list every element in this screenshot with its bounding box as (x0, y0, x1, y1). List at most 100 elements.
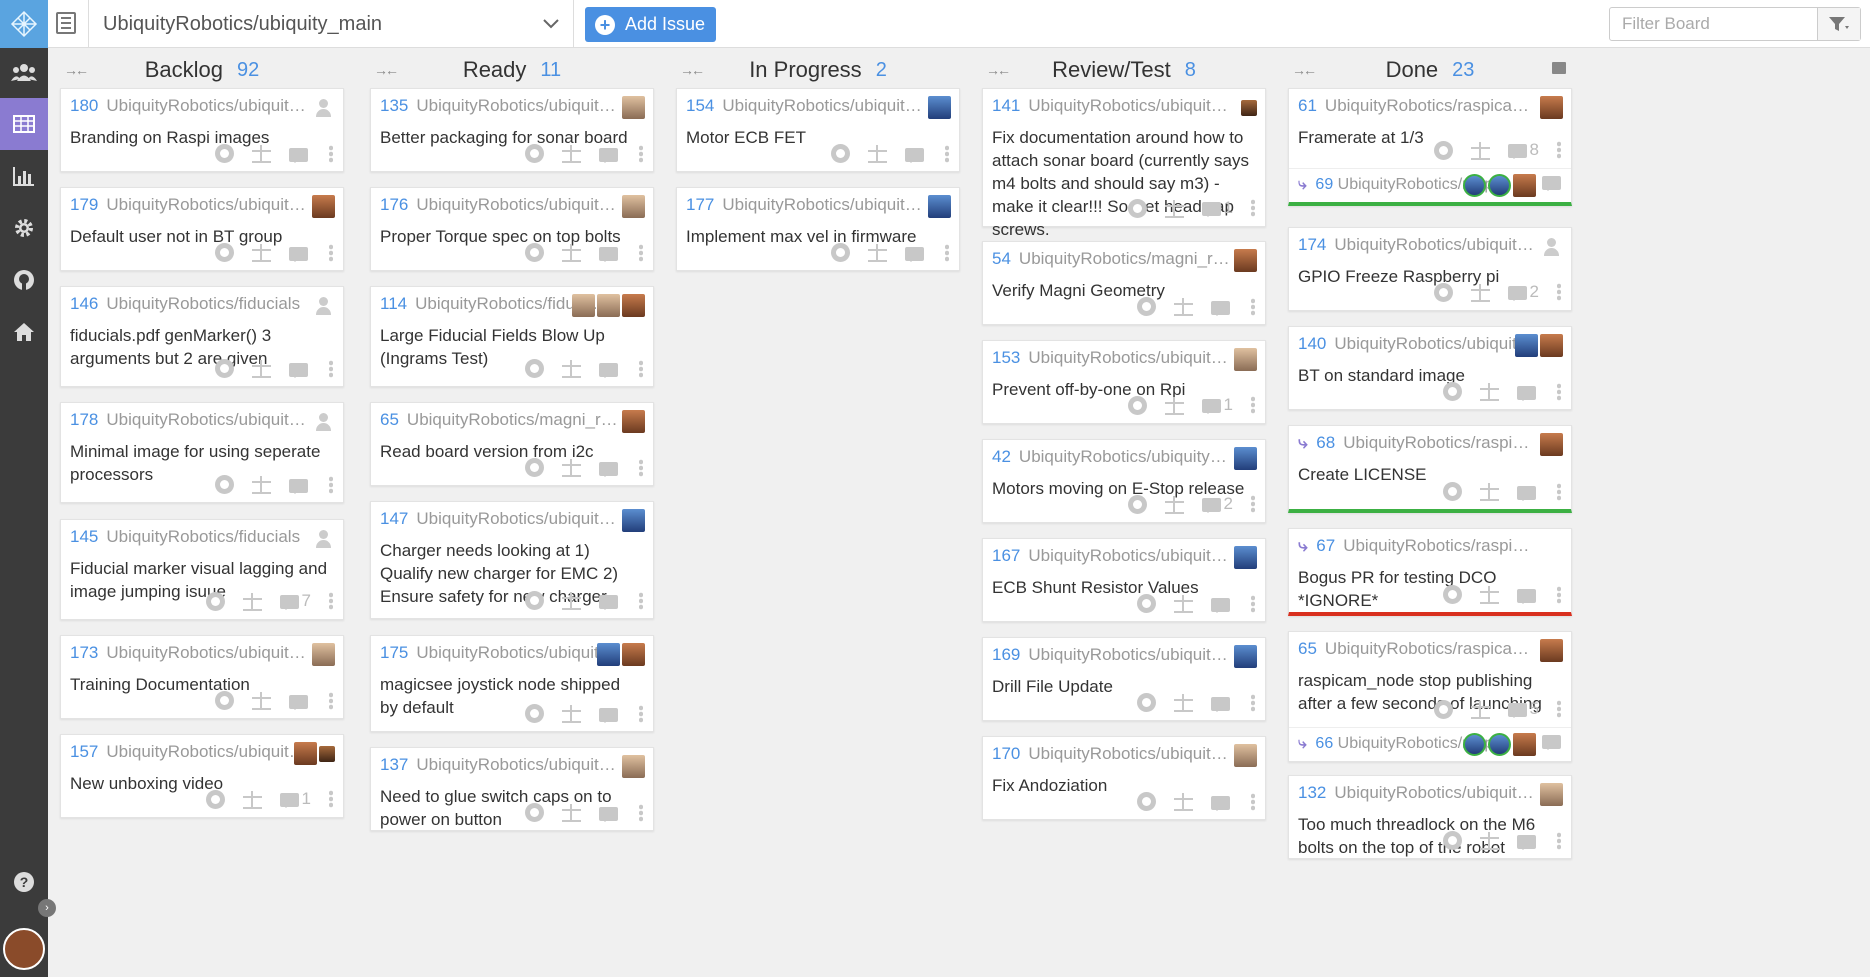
comments[interactable]: 1 (1201, 395, 1233, 415)
issue-number[interactable]: 153 (992, 348, 1020, 367)
issue-number[interactable]: 169 (992, 645, 1020, 664)
github-icon[interactable] (1443, 831, 1462, 850)
github-icon[interactable] (215, 359, 234, 378)
scale-icon[interactable] (1164, 199, 1184, 218)
comments[interactable] (289, 477, 311, 494)
github-icon[interactable] (1443, 382, 1462, 401)
collapse-column-icon[interactable]: →← (374, 62, 399, 78)
chart-icon[interactable] (0, 150, 48, 202)
more-icon[interactable] (329, 243, 333, 262)
issue-card[interactable]: 177UbiquityRobotics/ubiquity_main Implem… (676, 187, 960, 271)
avatar[interactable] (319, 746, 335, 762)
issue-number[interactable]: 176 (380, 195, 408, 214)
comments[interactable] (599, 460, 621, 477)
github-icon[interactable] (1137, 693, 1156, 712)
issue-card[interactable]: ⤷ 68UbiquityRobotics/raspicam_... Create… (1288, 425, 1572, 513)
issue-number[interactable]: 140 (1298, 334, 1326, 353)
avatar[interactable] (928, 195, 951, 218)
reviewer-avatar[interactable] (1463, 733, 1486, 756)
github-icon[interactable] (1137, 792, 1156, 811)
more-icon[interactable] (1251, 199, 1255, 217)
issue-number[interactable]: 42 (992, 447, 1011, 466)
unassigned-avatar-icon[interactable] (312, 410, 335, 433)
scale-icon[interactable] (1480, 382, 1499, 401)
issue-title[interactable]: Fix documentation around how to attach s… (992, 126, 1253, 241)
more-icon[interactable] (639, 243, 643, 262)
scale-icon[interactable] (1470, 283, 1490, 302)
comments[interactable]: 2 (1507, 282, 1539, 302)
issue-number[interactable]: 173 (70, 643, 98, 662)
scale-icon[interactable] (242, 592, 262, 611)
issue-number[interactable]: 65 (1298, 639, 1317, 658)
avatar[interactable] (622, 96, 645, 119)
issue-card[interactable]: 180UbiquityRobotics/ubiquity_main Brandi… (60, 88, 344, 172)
comments[interactable] (1517, 484, 1539, 501)
issue-card[interactable]: 145 UbiquityRobotics/fiducials Fiducial m… (60, 519, 344, 620)
issue-card[interactable]: 61UbiquityRobotics/raspicam_node Framera… (1288, 88, 1572, 206)
github-icon[interactable] (215, 475, 234, 494)
github-icon[interactable] (831, 243, 850, 262)
github-icon[interactable] (1433, 282, 1453, 302)
avatar[interactable] (1234, 645, 1257, 668)
archive-icon[interactable] (1552, 62, 1566, 74)
github-icon[interactable] (525, 359, 544, 378)
comments[interactable] (599, 146, 621, 163)
comments[interactable] (289, 245, 311, 262)
more-icon[interactable] (1251, 594, 1255, 613)
more-icon[interactable] (1557, 482, 1561, 501)
comments[interactable] (599, 593, 621, 610)
more-icon[interactable] (329, 592, 333, 610)
issue-card[interactable]: ⤷ 67UbiquityRobotics/raspicam_... Bogus … (1288, 528, 1572, 616)
issue-number[interactable]: 167 (992, 546, 1020, 565)
issue-number[interactable]: 146 (70, 294, 98, 313)
collapse-column-icon[interactable]: →← (680, 62, 705, 78)
more-icon[interactable] (1557, 585, 1561, 604)
unassigned-avatar-icon[interactable] (312, 527, 335, 550)
more-icon[interactable] (639, 704, 643, 723)
scale-icon[interactable] (562, 803, 581, 822)
scale-icon[interactable] (1480, 585, 1499, 604)
github-icon[interactable] (1137, 297, 1156, 316)
comments[interactable] (599, 805, 621, 822)
issue-card[interactable]: 154UbiquityRobotics/ubiquity_main Motor … (676, 88, 960, 172)
issue-number[interactable]: 177 (686, 195, 714, 214)
issue-card[interactable]: 42UbiquityRobotics/ubiquity_motor Motors… (982, 439, 1266, 523)
comments[interactable] (1211, 299, 1233, 316)
avatar[interactable] (1540, 96, 1563, 119)
avatar[interactable] (928, 96, 951, 119)
avatar[interactable] (1234, 249, 1257, 272)
issue-number[interactable]: 61 (1298, 96, 1317, 115)
more-icon[interactable] (329, 475, 333, 494)
avatar[interactable] (622, 755, 645, 778)
avatar[interactable] (1540, 783, 1563, 806)
github-icon[interactable] (525, 458, 544, 477)
add-issue-button[interactable]: + Add Issue (585, 7, 716, 42)
reviewer-avatar[interactable] (1463, 174, 1486, 197)
issue-number[interactable]: 175 (380, 643, 408, 662)
more-icon[interactable] (639, 591, 643, 610)
unassigned-avatar-icon[interactable] (312, 96, 335, 119)
more-icon[interactable] (639, 359, 643, 378)
issue-card[interactable]: 175 UbiquityRobotics/ubiquity... magicsee… (370, 635, 654, 732)
github-icon[interactable] (205, 591, 225, 611)
github-icon[interactable] (1127, 198, 1147, 218)
scale-icon[interactable] (562, 591, 581, 610)
scale-icon[interactable] (562, 359, 581, 378)
issue-card[interactable]: 173UbiquityRobotics/ubiquity_main Traini… (60, 635, 344, 719)
scale-icon[interactable] (1480, 482, 1499, 501)
issue-card[interactable]: 132UbiquityRobotics/ubiquity_main Too mu… (1288, 775, 1572, 859)
github-icon[interactable] (525, 704, 544, 723)
issue-number[interactable]: 67 (1316, 536, 1335, 555)
avatar[interactable] (1234, 546, 1257, 569)
avatar[interactable] (572, 294, 595, 317)
issue-card[interactable]: 65UbiquityRobotics/raspicam_node raspica… (1288, 631, 1572, 762)
more-icon[interactable] (1251, 297, 1255, 316)
scale-icon[interactable] (242, 790, 262, 809)
scale-icon[interactable] (868, 144, 887, 163)
github-icon[interactable] (525, 144, 544, 163)
more-icon[interactable] (1557, 700, 1561, 718)
collapse-column-icon[interactable]: →← (986, 62, 1011, 78)
issue-card[interactable]: 167UbiquityRobotics/ubiquity_main ECB Sh… (982, 538, 1266, 622)
issue-number[interactable]: 54 (992, 249, 1011, 268)
linked-pull-request[interactable]: ⤷ 66 UbiquityRobotics/rasp... (1289, 727, 1571, 761)
